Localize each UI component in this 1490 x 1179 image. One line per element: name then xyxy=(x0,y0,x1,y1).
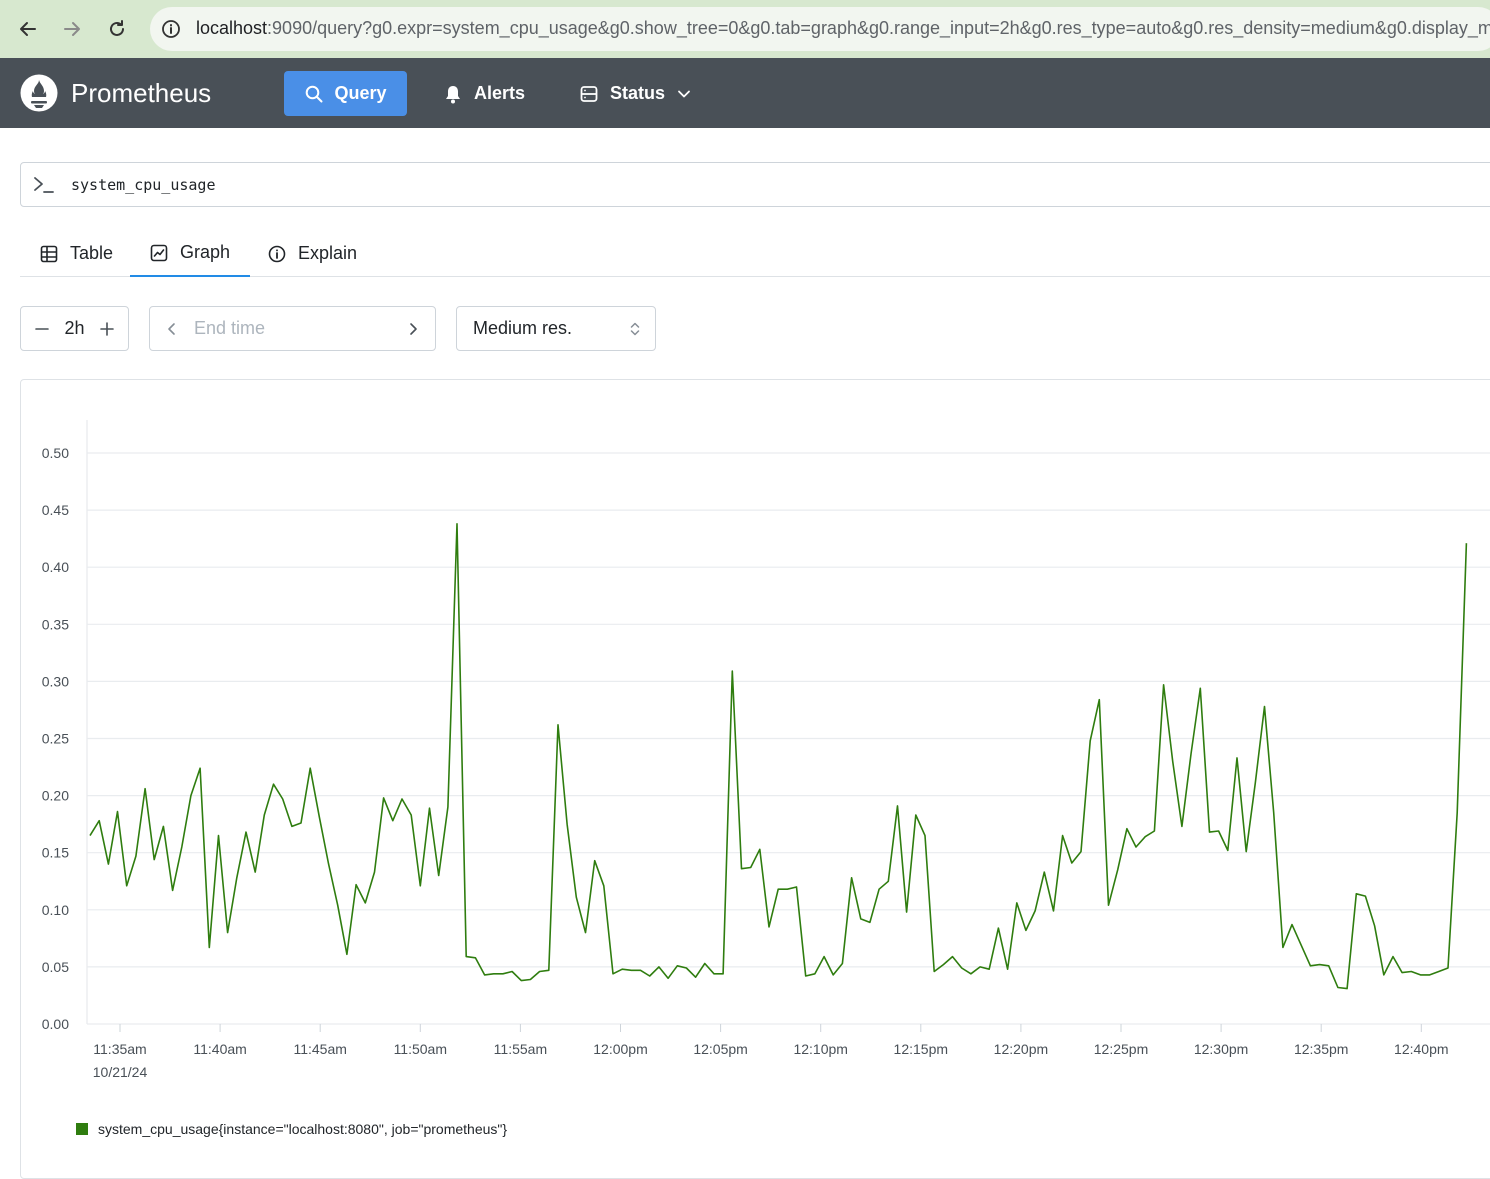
range-value[interactable]: 2h xyxy=(64,318,84,339)
terminal-prompt-icon xyxy=(33,175,55,195)
server-icon xyxy=(580,85,598,103)
tab-explain[interactable]: Explain xyxy=(248,230,377,277)
end-time-placeholder: End time xyxy=(194,318,407,339)
expression-text: system_cpu_usage xyxy=(71,176,216,194)
range-input: 2h xyxy=(20,306,129,351)
arrow-right-icon xyxy=(62,19,82,39)
brand-name[interactable]: Prometheus xyxy=(71,78,211,109)
chart-legend[interactable]: system_cpu_usage{instance="localhost:808… xyxy=(76,1121,507,1137)
nav-alerts-label: Alerts xyxy=(474,83,525,104)
url-path: :9090/query?g0.expr=system_cpu_usage&g0.… xyxy=(267,18,1490,38)
chevron-right-icon[interactable] xyxy=(407,322,419,336)
info-icon xyxy=(268,245,286,263)
app-header: Prometheus Query Alerts Status xyxy=(0,58,1490,128)
search-icon xyxy=(304,84,324,104)
site-info-icon[interactable] xyxy=(160,18,182,40)
chevron-down-icon xyxy=(677,87,691,101)
graph-panel xyxy=(20,379,1490,1179)
reload-button[interactable] xyxy=(102,14,132,44)
tab-graph-label: Graph xyxy=(180,242,230,263)
url-text: localhost:9090/query?g0.expr=system_cpu_… xyxy=(196,18,1490,39)
legend-swatch xyxy=(76,1123,88,1135)
legend-label: system_cpu_usage{instance="localhost:808… xyxy=(98,1121,507,1137)
tab-explain-label: Explain xyxy=(298,243,357,264)
url-host: localhost xyxy=(196,18,267,38)
chevron-up-down-icon xyxy=(629,321,641,337)
tab-table-label: Table xyxy=(70,243,113,264)
chart-icon xyxy=(150,244,168,262)
minus-icon[interactable] xyxy=(35,322,49,336)
nav-query-label: Query xyxy=(334,83,386,104)
prometheus-logo-icon[interactable] xyxy=(20,74,58,112)
table-icon xyxy=(40,245,58,263)
end-time-input[interactable]: End time xyxy=(149,306,436,351)
arrow-left-icon xyxy=(18,19,38,39)
nav-alerts[interactable]: Alerts xyxy=(444,71,525,116)
address-bar[interactable]: localhost:9090/query?g0.expr=system_cpu_… xyxy=(150,7,1490,51)
resolution-select[interactable]: Medium res. xyxy=(456,306,656,351)
forward-button[interactable] xyxy=(57,14,87,44)
chevron-left-icon[interactable] xyxy=(166,322,178,336)
browser-toolbar: localhost:9090/query?g0.expr=system_cpu_… xyxy=(0,0,1490,58)
view-tabs: Table Graph Explain xyxy=(20,230,1490,277)
nav-status-label: Status xyxy=(610,83,665,104)
tab-graph[interactable]: Graph xyxy=(130,230,250,277)
back-button[interactable] xyxy=(13,14,43,44)
bell-icon xyxy=(444,84,462,104)
plus-icon[interactable] xyxy=(100,322,114,336)
tab-table[interactable]: Table xyxy=(20,230,133,277)
reload-icon xyxy=(107,19,127,39)
nav-query[interactable]: Query xyxy=(284,71,407,116)
resolution-value: Medium res. xyxy=(473,318,572,339)
nav-status[interactable]: Status xyxy=(580,71,691,116)
expression-input[interactable]: system_cpu_usage xyxy=(20,162,1490,207)
